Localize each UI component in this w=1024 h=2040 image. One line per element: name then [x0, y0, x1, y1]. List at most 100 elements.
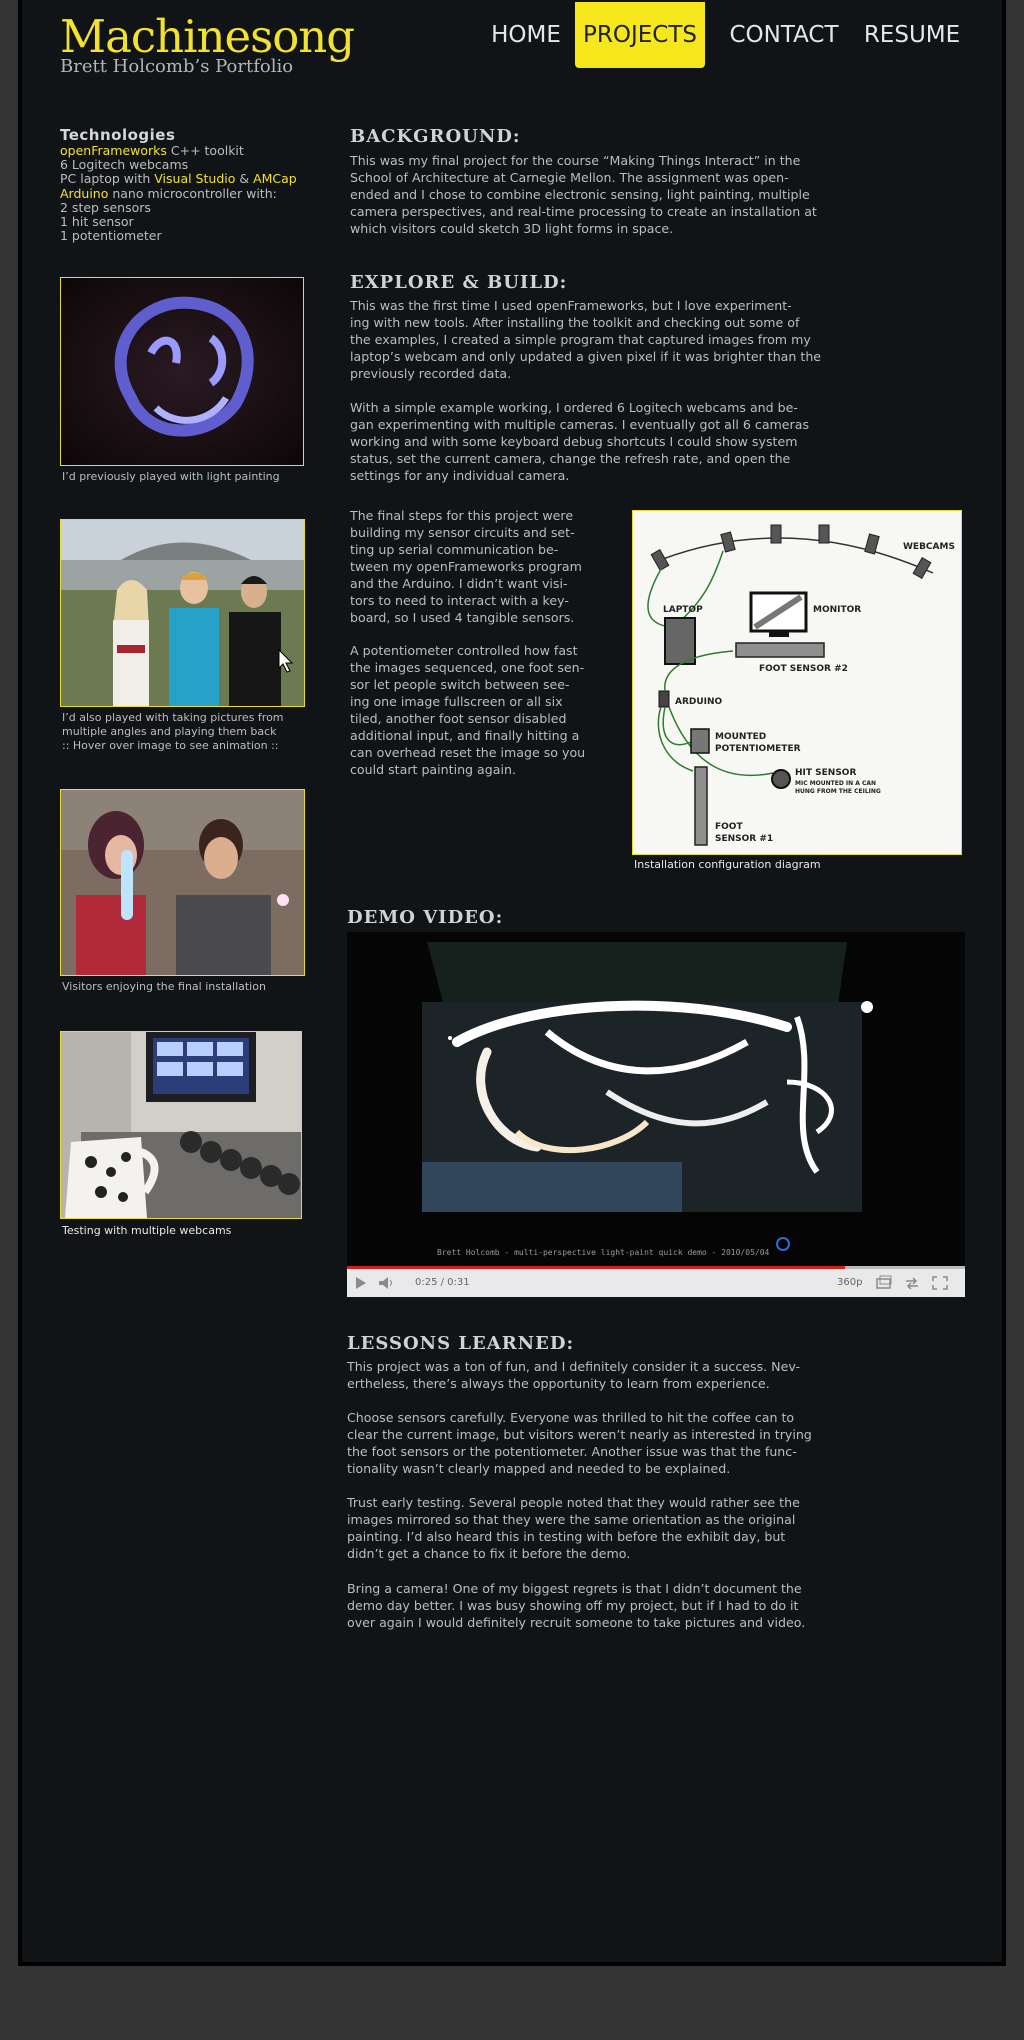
text-line: could start painting again.: [350, 762, 516, 777]
quality-selector[interactable]: 360p: [837, 1277, 862, 1288]
laptop-icon: [664, 617, 696, 665]
tech-text: nano microcontroller with:: [108, 185, 277, 201]
text-line: tween my openFrameworks program: [350, 559, 582, 574]
video-progress-track[interactable]: [347, 1266, 965, 1269]
play-icon[interactable]: [353, 1275, 369, 1291]
label-foot: FOOT: [715, 822, 743, 832]
tech-potentiometer: 1 potentiometer: [60, 228, 162, 244]
nav-projects[interactable]: PROJECTS: [575, 2, 705, 68]
nav-home[interactable]: HOME: [474, 2, 578, 68]
openframeworks-link[interactable]: openFrameworks: [60, 143, 167, 158]
foot-sensor-1-icon: [694, 766, 708, 846]
nav-contact[interactable]: CONTACT: [722, 2, 846, 68]
text-line: clear the current image, but visitors we…: [347, 1427, 812, 1442]
text-line: ended and I chose to combine electronic …: [350, 187, 810, 202]
text-line: gan experimenting with multiple cameras.…: [350, 417, 810, 432]
photo-caption: Testing with multiple webcams: [62, 1224, 232, 1237]
site-logo-title[interactable]: Machinesong: [60, 14, 355, 59]
tech-text: PC laptop with: [60, 171, 155, 187]
text-line: Choose sensors carefully. Everyone was t…: [347, 1410, 795, 1425]
text-line: building my sensor circuits and set-: [350, 525, 575, 540]
caption-line: multiple angles and playing them back: [62, 725, 277, 738]
text-line: laptop’s webcam and only updated a given…: [350, 349, 822, 364]
tech-step-sensors: 2 step sensors: [60, 199, 151, 215]
text-line: the examples, I created a simple program…: [350, 332, 811, 347]
text-line: This was my final project for the course…: [350, 153, 801, 168]
text-line: ing with new tools. After installing the…: [350, 315, 800, 330]
technologies-list: openFrameworks C++ toolkit 6 Logitech we…: [60, 143, 297, 244]
photo-caption: I’d also played with taking pictures fro…: [62, 711, 284, 753]
video-controls-bar: 0:25 / 0:31 360p: [347, 1266, 965, 1297]
text-line: Bring a camera! One of my biggest regret…: [347, 1581, 802, 1596]
hit-sensor-icon: [771, 769, 791, 789]
text-line: A potentiometer controlled how fast: [350, 643, 578, 658]
webcam-icon: [650, 524, 932, 579]
text-line: settings for any individual camera.: [350, 468, 570, 483]
explore-paragraph-4: A potentiometer controlled how fast the …: [350, 642, 585, 778]
text-line: previously recorded data.: [350, 366, 512, 381]
site-logo-subtitle: Brett Holcomb’s Portfolio: [60, 56, 294, 77]
technologies-heading: Technologies: [60, 126, 176, 144]
amcap-link[interactable]: AMCap: [253, 171, 297, 186]
share-icon[interactable]: [903, 1275, 921, 1291]
webcams-testing-photo: [60, 1031, 302, 1219]
text-line: over again I would definitely recruit so…: [347, 1615, 806, 1630]
arduino-link[interactable]: Arduino: [60, 186, 108, 201]
popout-icon[interactable]: [875, 1275, 893, 1291]
lessons-paragraph-2: Choose sensors carefully. Everyone was t…: [347, 1409, 812, 1477]
label-hit-note: HUNG FROM THE CEILING: [795, 788, 881, 795]
caption-hint: :: Hover over image to see animation ::: [62, 739, 279, 752]
label-potentiometer: POTENTIOMETER: [715, 744, 801, 754]
text-line: School of Architecture at Carnegie Mello…: [350, 170, 789, 185]
lessons-learned-heading: LESSONS LEARNED:: [347, 1333, 575, 1354]
text-line: camera perspectives, and real-time proce…: [350, 204, 817, 219]
label-sensor-1: SENSOR #1: [715, 834, 773, 844]
photo-caption: Visitors enjoying the final installation: [62, 980, 266, 993]
photo-caption: I’d previously played with light paintin…: [62, 470, 280, 483]
tech-text: &: [235, 171, 254, 187]
text-line: which visitors could sketch 3D light for…: [350, 221, 674, 236]
tech-text: C++ toolkit: [166, 143, 244, 158]
demo-video-heading: DEMO VIDEO:: [347, 907, 504, 928]
text-line: additional input, and finally hitting a: [350, 728, 580, 743]
text-line: With a simple example working, I ordered…: [350, 400, 798, 415]
text-line: Trust early testing. Several people note…: [347, 1495, 800, 1510]
lessons-paragraph-3: Trust early testing. Several people note…: [347, 1494, 800, 1562]
label-hit-note: MIC MOUNTED IN A CAN: [795, 780, 876, 787]
multi-angle-photo[interactable]: [60, 519, 305, 707]
page-container: Machinesong Brett Holcomb’s Portfolio HO…: [18, 0, 1006, 1966]
fullscreen-icon[interactable]: [931, 1275, 949, 1291]
text-line: board, so I used 4 tangible sensors.: [350, 610, 575, 625]
text-line: tiled, another foot sensor disabled: [350, 711, 567, 726]
video-overlay-text: Brett Holcomb - multi-perspective light-…: [437, 1248, 770, 1257]
tech-hit-sensor: 1 hit sensor: [60, 214, 134, 230]
text-line: tors to need to interact with a key-: [350, 593, 569, 608]
label-arduino: ARDUINO: [675, 697, 723, 707]
potentiometer-icon: [690, 728, 710, 754]
explore-paragraph-3: The final steps for this project were bu…: [350, 507, 582, 626]
background-heading: BACKGROUND:: [350, 126, 521, 147]
text-line: sor let people switch between see-: [350, 677, 570, 692]
text-line: images mirrored so that they were the sa…: [347, 1512, 796, 1527]
text-line: didn’t get a chance to fix it before the…: [347, 1546, 631, 1561]
label-foot-sensor-2: FOOT SENSOR #2: [759, 664, 848, 674]
explore-paragraph-1: This was the first time I used openFrame…: [350, 297, 821, 382]
text-line: demo day better. I was busy showing off …: [347, 1598, 799, 1613]
video-player[interactable]: Brett Holcomb - multi-perspective light-…: [347, 932, 965, 1297]
video-progress-fill: [347, 1266, 846, 1269]
installation-diagram: WEBCAMS LAPTOP MONITOR FOOT SENSOR #2 AR…: [632, 510, 962, 855]
label-hit-sensor: HIT SENSOR: [795, 768, 856, 778]
visual-studio-link[interactable]: Visual Studio: [154, 171, 235, 186]
text-line: This was the first time I used openFrame…: [350, 298, 792, 313]
text-line: ing one image fullscreen or all six: [350, 694, 563, 709]
background-paragraph: This was my final project for the course…: [350, 152, 817, 237]
text-line: and the Arduino. I didn’t want visi-: [350, 576, 568, 591]
light-painting-photo: [60, 277, 304, 466]
tech-webcams: 6 Logitech webcams: [60, 157, 189, 173]
text-line: ting up serial communication be-: [350, 542, 559, 557]
text-line: working and with some keyboard debug sho…: [350, 434, 798, 449]
volume-icon[interactable]: [377, 1275, 399, 1291]
nav-resume[interactable]: RESUME: [862, 2, 962, 68]
video-time: 0:25 / 0:31: [415, 1277, 470, 1288]
text-line: the foot sensors or the potentiometer. A…: [347, 1444, 797, 1459]
